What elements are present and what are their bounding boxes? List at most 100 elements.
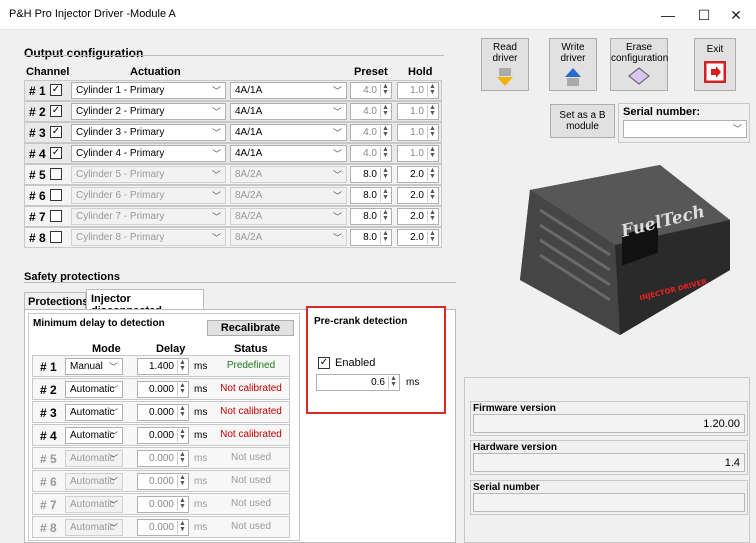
erase-config-button[interactable]: Erase configuration: [610, 38, 668, 91]
hold-input[interactable]: 2.0 ▲ ▼: [397, 166, 439, 183]
channel-number: # 4: [29, 147, 46, 161]
output-divider: [24, 55, 444, 56]
chevron-down-icon: ﹀: [332, 233, 342, 243]
channel-enable-checkbox[interactable]: [50, 210, 62, 222]
cylinder-select[interactable]: Cylinder 1 - Primary ﹀: [71, 82, 226, 99]
exit-button[interactable]: Exit: [694, 38, 736, 91]
delay-unit: ms: [194, 361, 208, 372]
hold-input[interactable]: 2.0 ▲ ▼: [397, 187, 439, 204]
hold-input[interactable]: 2.0 ▲ ▼: [397, 229, 439, 246]
mode-select[interactable]: Automatic ﹀: [65, 473, 123, 490]
chevron-down-icon: ﹀: [108, 477, 118, 487]
delay-input[interactable]: 1.400 ▲ ▼: [137, 358, 189, 375]
cylinder-select[interactable]: Cylinder 5 - Primary ﹀: [71, 166, 226, 183]
cylinder-select[interactable]: Cylinder 2 - Primary ﹀: [71, 103, 226, 120]
hold-input[interactable]: 2.0 ▲ ▼: [397, 208, 439, 225]
cylinder-select[interactable]: Cylinder 4 - Primary ﹀: [71, 145, 226, 162]
channel-enable-checkbox[interactable]: ✓: [50, 147, 62, 159]
delay-input[interactable]: 0.000 ▲ ▼: [137, 381, 189, 398]
mode-select[interactable]: Automatic ﹀: [65, 496, 123, 513]
preset-input[interactable]: 4.0 ▲ ▼: [350, 145, 392, 162]
serial-group: Serial number: ﹀: [618, 103, 750, 143]
close-button[interactable]: ✕: [716, 0, 756, 30]
serial-select[interactable]: ﹀: [623, 120, 747, 138]
preset-input[interactable]: 4.0 ▲ ▼: [350, 82, 392, 99]
precrank-enabled-checkbox[interactable]: ✓: [318, 357, 330, 369]
safety-channel-number: # 2: [40, 383, 57, 397]
amperage-select[interactable]: 4A/1A ﹀: [230, 82, 347, 99]
delay-unit: ms: [194, 430, 208, 441]
mode-select[interactable]: Automatic ﹀: [65, 381, 123, 398]
amperage-select[interactable]: 8A/2A ﹀: [230, 229, 347, 246]
mode-select[interactable]: Manual ﹀: [65, 358, 123, 375]
amperage-select[interactable]: 8A/2A ﹀: [230, 208, 347, 225]
eraser-icon: [628, 67, 650, 85]
tab-injector-disconnected[interactable]: Injector disconnected: [86, 289, 204, 317]
mode-select[interactable]: Automatic ﹀: [65, 427, 123, 444]
preset-input[interactable]: 4.0 ▲ ▼: [350, 103, 392, 120]
chevron-down-icon: ﹀: [211, 149, 221, 159]
output-row: # 7 Cylinder 7 - Primary ﹀ 8A/2A ﹀ 8.0 ▲ ▼ 2.0 ▲ ▼: [24, 206, 442, 227]
amperage-select[interactable]: 8A/2A ﹀: [230, 187, 347, 204]
delay-input[interactable]: 0.000 ▲ ▼: [137, 404, 189, 421]
preset-input[interactable]: 8.0 ▲ ▼: [350, 187, 392, 204]
mode-select[interactable]: Automatic ﹀: [65, 404, 123, 421]
preset-input[interactable]: 4.0 ▲ ▼: [350, 124, 392, 141]
chevron-down-icon: ﹀: [108, 385, 118, 395]
serial-select-label: Serial number:: [623, 106, 701, 118]
channel-enable-checkbox[interactable]: ✓: [50, 84, 62, 96]
col-preset: Preset: [354, 66, 388, 78]
amperage-select[interactable]: 8A/2A ﹀: [230, 166, 347, 183]
write-driver-button[interactable]: Write driver: [549, 38, 597, 91]
hold-input[interactable]: 1.0 ▲ ▼: [397, 145, 439, 162]
channel-number: # 8: [29, 231, 46, 245]
output-row: # 5 Cylinder 5 - Primary ﹀ 8A/2A ﹀ 8.0 ▲ ▼ 2.0 ▲ ▼: [24, 164, 442, 185]
read-icon: [497, 68, 513, 86]
channel-enable-checkbox[interactable]: ✓: [50, 105, 62, 117]
status-text: Not calibrated: [220, 406, 282, 417]
delay-input[interactable]: 0.000 ▲ ▼: [137, 519, 189, 536]
delay-input[interactable]: 0.000 ▲ ▼: [137, 427, 189, 444]
safety-row: # 5 Automatic ﹀ 0.000 ▲ ▼ ms Not used: [32, 447, 290, 469]
channel-enable-checkbox[interactable]: ✓: [50, 126, 62, 138]
safety-channel-number: # 4: [40, 429, 57, 443]
serial-info-label: Serial number: [473, 482, 540, 493]
preset-input[interactable]: 8.0 ▲ ▼: [350, 208, 392, 225]
output-row: # 2 ✓ Cylinder 2 - Primary ﹀ 4A/1A ﹀ 4.0 ▲ ▼ 1.0 ▲…: [24, 101, 442, 122]
delay-unit: ms: [194, 453, 208, 464]
precrank-delay-input[interactable]: 0.6 ▲ ▼: [316, 374, 400, 391]
amperage-select[interactable]: 4A/1A ﹀: [230, 145, 347, 162]
hold-input[interactable]: 1.0 ▲ ▼: [397, 82, 439, 99]
delay-input[interactable]: 0.000 ▲ ▼: [137, 496, 189, 513]
set-b-module-button[interactable]: Set as a B module: [550, 104, 615, 138]
delay-input[interactable]: 0.000 ▲ ▼: [137, 473, 189, 490]
recalibrate-button[interactable]: Recalibrate: [207, 320, 294, 336]
channel-number: # 7: [29, 210, 46, 224]
mode-select[interactable]: Automatic ﹀: [65, 519, 123, 536]
channel-enable-checkbox[interactable]: [50, 231, 62, 243]
minimize-button[interactable]: —: [648, 0, 688, 30]
mode-select[interactable]: Automatic ﹀: [65, 450, 123, 467]
cylinder-select[interactable]: Cylinder 3 - Primary ﹀: [71, 124, 226, 141]
delay-unit: ms: [194, 522, 208, 533]
col-mode: Mode: [92, 343, 121, 355]
hold-input[interactable]: 1.0 ▲ ▼: [397, 103, 439, 120]
cylinder-select[interactable]: Cylinder 7 - Primary ﹀: [71, 208, 226, 225]
delay-input[interactable]: 0.000 ▲ ▼: [137, 450, 189, 467]
output-row: # 3 ✓ Cylinder 3 - Primary ﹀ 4A/1A ﹀ 4.0 ▲ ▼ 1.0 ▲…: [24, 122, 442, 143]
cylinder-select[interactable]: Cylinder 8 - Primary ﹀: [71, 229, 226, 246]
cylinder-select[interactable]: Cylinder 6 - Primary ﹀: [71, 187, 226, 204]
amperage-select[interactable]: 4A/1A ﹀: [230, 124, 347, 141]
read-driver-button[interactable]: Read driver: [481, 38, 529, 91]
channel-enable-checkbox[interactable]: [50, 189, 62, 201]
delay-unit: ms: [194, 407, 208, 418]
preset-input[interactable]: 8.0 ▲ ▼: [350, 229, 392, 246]
device-image: FuelTech INJECTOR DRIVER: [520, 165, 730, 335]
channel-enable-checkbox[interactable]: [50, 168, 62, 180]
hold-input[interactable]: 1.0 ▲ ▼: [397, 124, 439, 141]
preset-input[interactable]: 8.0 ▲ ▼: [350, 166, 392, 183]
amperage-select[interactable]: 4A/1A ﹀: [230, 103, 347, 120]
chevron-down-icon: ﹀: [211, 233, 221, 243]
tab-protections[interactable]: Protections: [24, 292, 89, 309]
safety-rows: # 1 Manual ﹀ 1.400 ▲ ▼ ms Predefined # 2 Automati…: [28, 355, 300, 541]
